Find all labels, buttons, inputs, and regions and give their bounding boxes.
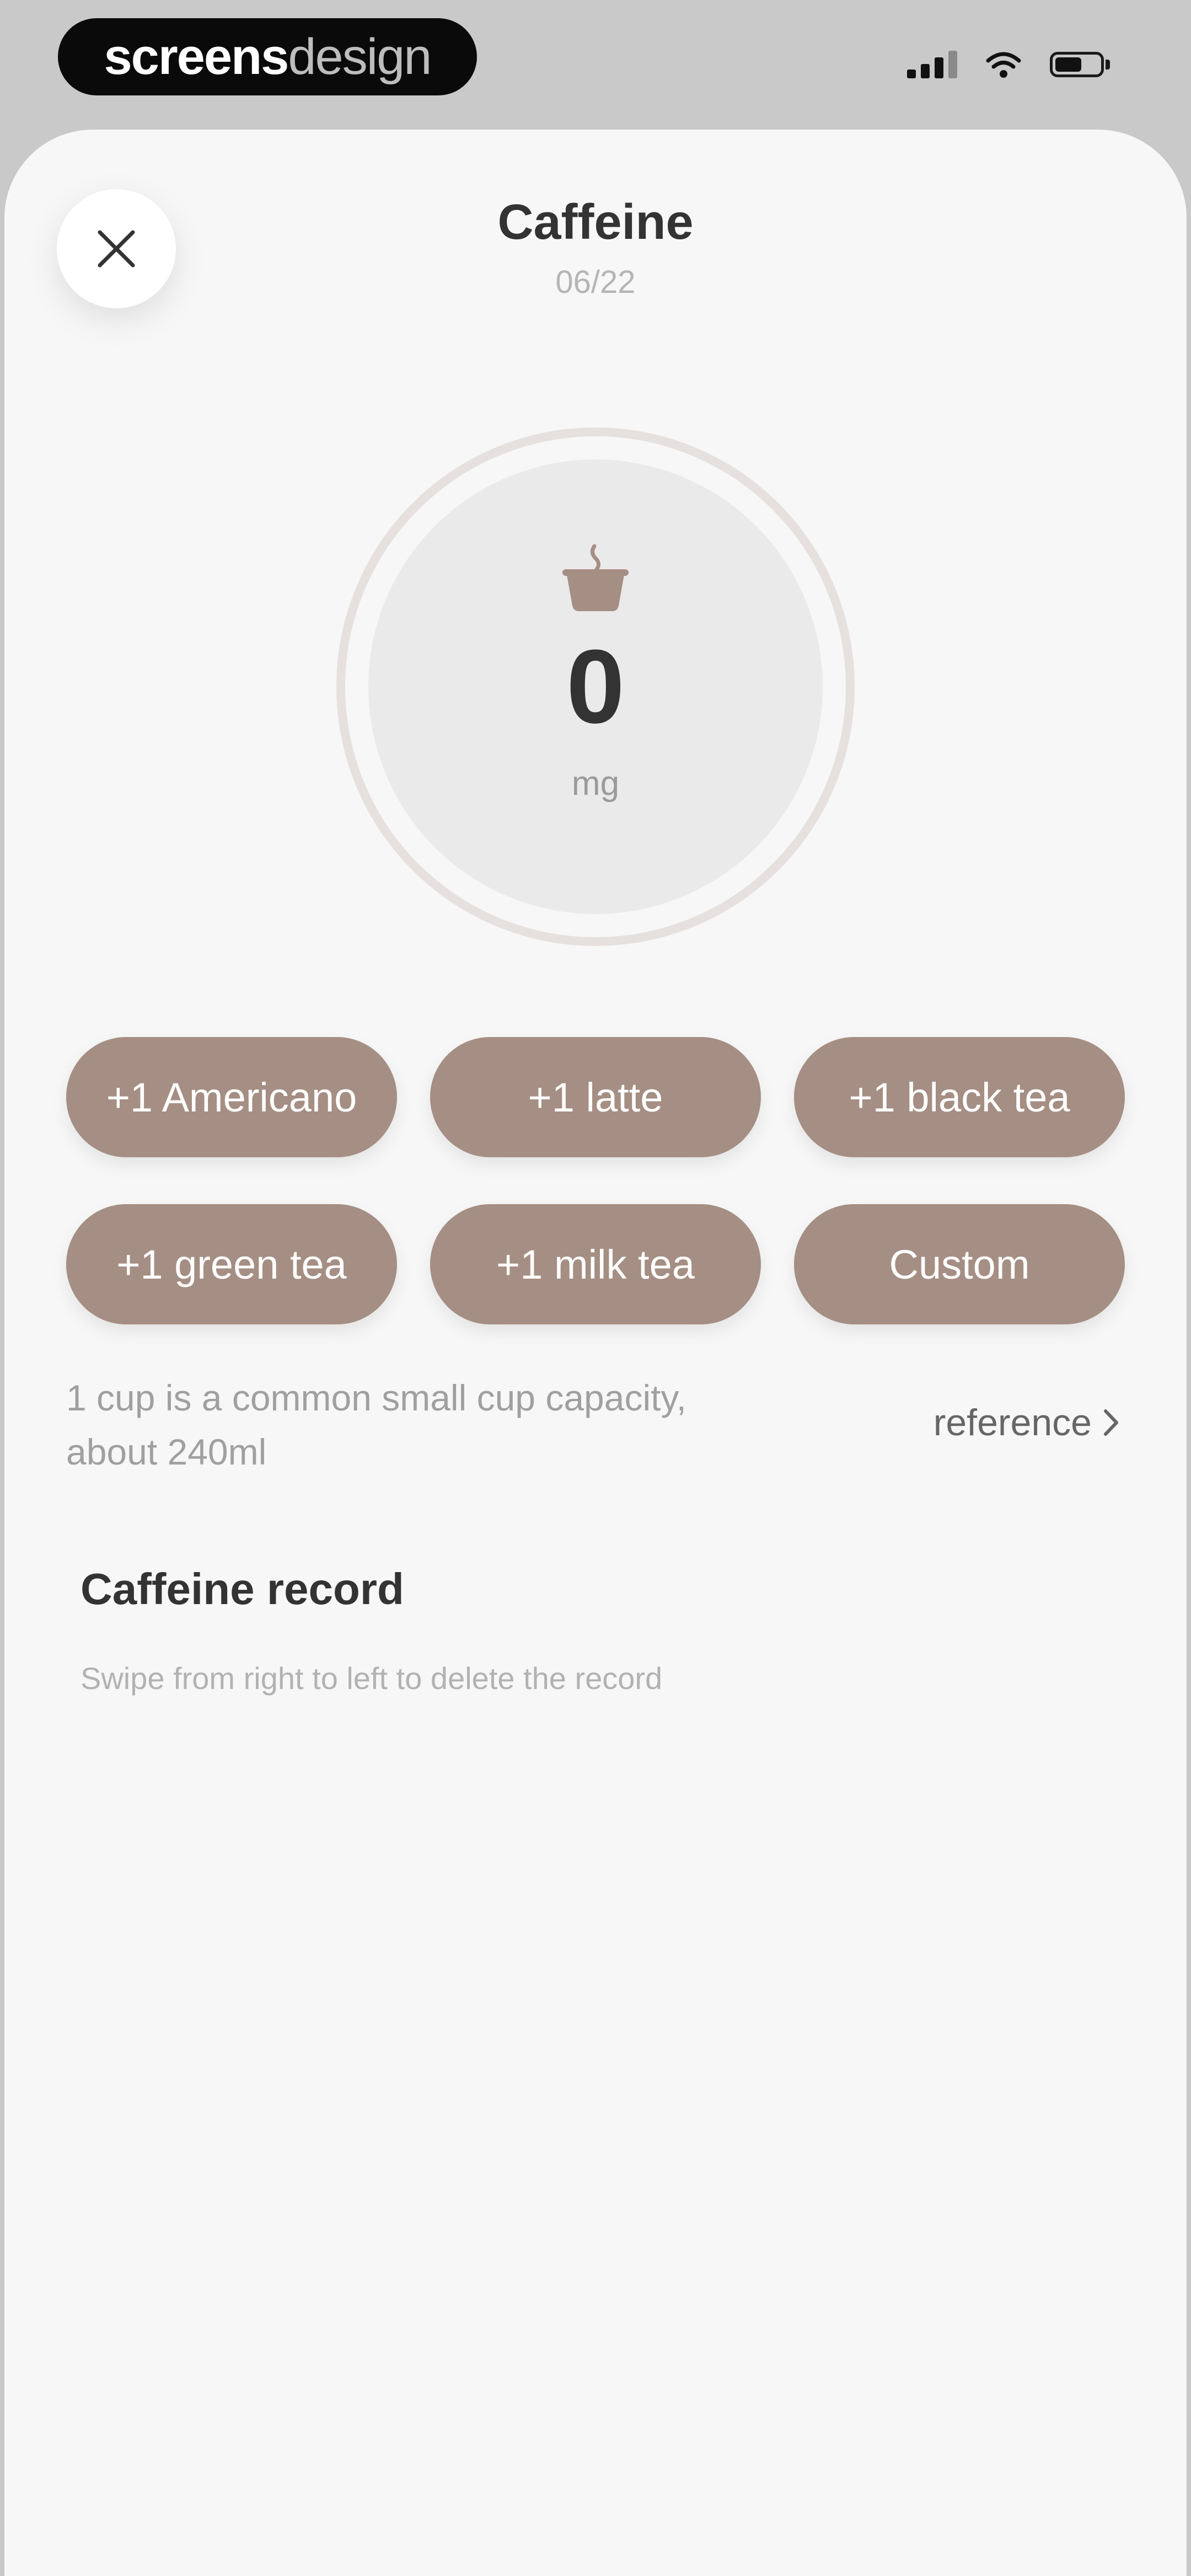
reference-link[interactable]: reference — [934, 1401, 1119, 1444]
add-black-tea-button[interactable]: +1 black tea — [794, 1037, 1125, 1157]
add-green-tea-button[interactable]: +1 green tea — [66, 1204, 397, 1324]
caffeine-unit: mg — [571, 765, 620, 803]
page-title: Caffeine — [497, 195, 694, 250]
add-milk-tea-button[interactable]: +1 milk tea — [430, 1204, 761, 1324]
signal-icon — [907, 51, 957, 78]
caffeine-record-title: Caffeine record — [81, 1564, 404, 1613]
brand-logo-strong: screens — [104, 28, 289, 85]
custom-drink-button[interactable]: Custom — [794, 1204, 1125, 1324]
battery-icon — [1050, 51, 1114, 78]
status-icons — [907, 51, 1114, 78]
add-americano-button[interactable]: +1 Americano — [66, 1037, 397, 1157]
cup-capacity-note: 1 cup is a common small cup capacity, ab… — [66, 1377, 686, 1472]
chevron-right-icon — [1104, 1409, 1118, 1436]
drink-quick-add-grid: +1 Americano +1 latte +1 black tea +1 gr… — [66, 1037, 1125, 1324]
brand-logo: screens design — [58, 18, 477, 95]
reference-label: reference — [933, 1402, 1092, 1444]
status-bar: screens design — [0, 0, 1191, 127]
brand-logo-light: design — [288, 28, 432, 85]
record-delete-hint: Swipe from right to left to delete the r… — [81, 1661, 663, 1696]
caffeine-total-value: 0 — [566, 628, 625, 745]
add-latte-button[interactable]: +1 latte — [430, 1037, 761, 1157]
coffee-cup-icon — [562, 544, 629, 611]
page-date: 06/22 — [555, 264, 636, 300]
wifi-icon — [986, 52, 1021, 78]
